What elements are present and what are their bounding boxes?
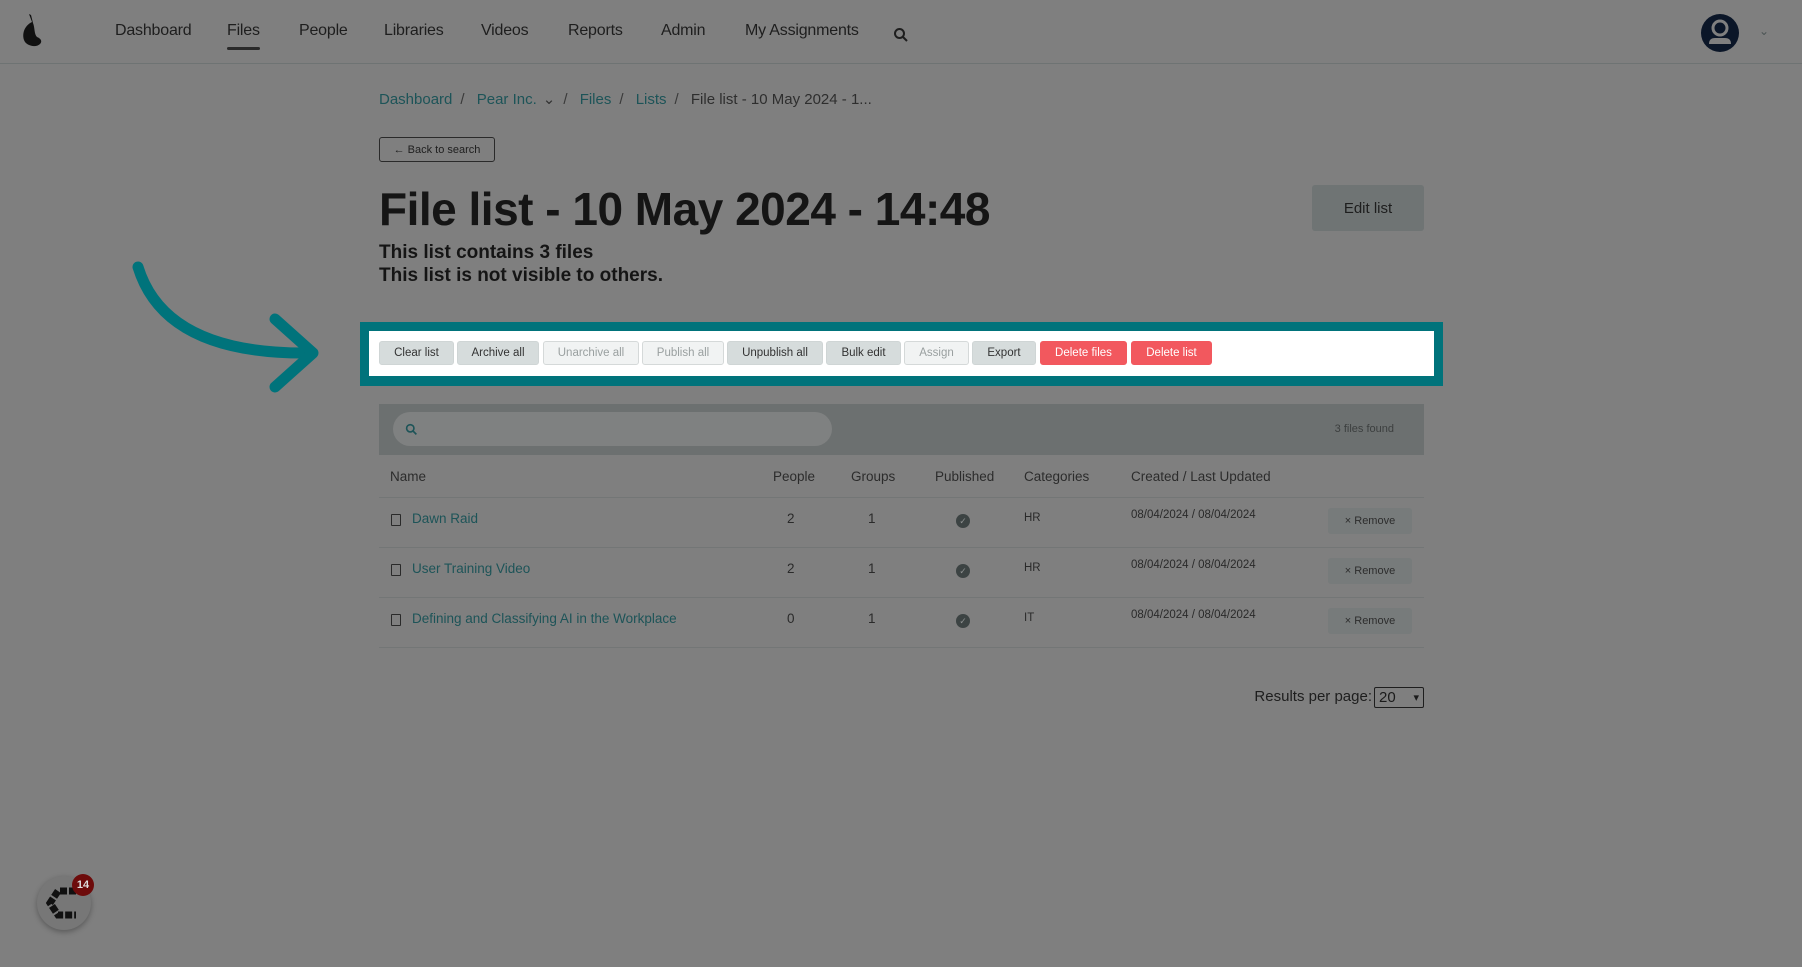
column-header-published[interactable]: Published [935,469,994,484]
remove-button[interactable]: × Remove [1328,608,1412,634]
chevron-down-icon[interactable]: ⌄ [543,91,556,108]
unarchive-all-button[interactable]: Unarchive all [543,341,639,365]
published-check-icon: ✓ [956,514,970,528]
file-icon [391,564,401,576]
groups-count: 1 [868,561,876,576]
nav-libraries[interactable]: Libraries [384,22,444,40]
export-button[interactable]: Export [972,341,1036,365]
chevron-down-icon[interactable]: ⌄ [1759,24,1769,38]
file-name-link[interactable]: Defining and Classifying AI in the Workp… [412,611,677,626]
nav-videos[interactable]: Videos [481,22,529,40]
delete-list-button[interactable]: Delete list [1131,341,1212,365]
category: HR [1024,562,1041,574]
breadcrumb-current: File list - 10 May 2024 - 1... [690,91,872,108]
published-check-icon: ✓ [956,564,970,578]
row-divider [379,597,1424,598]
groups-count: 1 [868,511,876,526]
remove-button[interactable]: × Remove [1328,508,1412,534]
column-header-groups[interactable]: Groups [851,469,895,484]
file-icon [391,614,401,626]
row-divider [379,497,1424,498]
breadcrumb-org[interactable]: Pear Inc. [477,91,537,108]
row-divider [379,647,1424,648]
published-check-icon: ✓ [956,614,970,628]
people-count: 2 [787,561,795,576]
category: IT [1024,612,1035,624]
column-header-people[interactable]: People [773,469,815,484]
nav-people[interactable]: People [299,22,348,40]
nav-reports[interactable]: Reports [568,22,623,40]
edit-list-button[interactable]: Edit list [1312,185,1424,231]
dates: 08/04/2024 / 08/04/2024 [1131,559,1256,571]
files-found-count: 3 files found [1334,423,1394,435]
search-input[interactable] [393,412,832,446]
column-header-categories[interactable]: Categories [1024,469,1089,484]
dates: 08/04/2024 / 08/04/2024 [1131,509,1256,521]
nav-admin[interactable]: Admin [661,22,706,40]
chevron-down-icon: ▾ [1413,692,1419,704]
file-name-link[interactable]: Dawn Raid [412,511,478,526]
publish-all-button[interactable]: Publish all [642,341,724,365]
nav-files[interactable]: Files [227,22,260,50]
clear-list-button[interactable]: Clear list [379,341,454,365]
top-nav: Dashboard Files People Libraries Videos Repor… [0,0,1802,64]
arrow-pointer-icon [132,261,319,393]
remove-button[interactable]: × Remove [1328,558,1412,584]
breadcrumb-files[interactable]: Files [580,91,612,108]
archive-all-button[interactable]: Archive all [457,341,539,365]
dates: 08/04/2024 / 08/04/2024 [1131,609,1256,621]
groups-count: 1 [868,611,876,626]
page-title: File list - 10 May 2024 - 14:48 [379,183,990,235]
visibility-text: This list is not visible to others. [379,265,663,286]
unpublish-all-button[interactable]: Unpublish all [727,341,823,365]
people-count: 0 [787,611,795,626]
file-icon [391,514,401,526]
notification-badge: 14 [72,874,94,896]
results-per-page-value: 20 [1379,689,1396,706]
nav-my-assignments[interactable]: My Assignments [745,22,859,40]
breadcrumb-dashboard[interactable]: Dashboard [379,91,452,108]
people-count: 2 [787,511,795,526]
bulk-edit-button[interactable]: Bulk edit [826,341,901,365]
file-name-link[interactable]: User Training Video [412,561,530,576]
pear-logo-icon[interactable] [20,14,44,48]
search-icon[interactable] [893,27,909,43]
back-to-search-button[interactable]: ← Back to search [379,137,495,162]
search-icon [405,423,417,435]
breadcrumb: Dashboard / Pear Inc. ⌄ / Files / Lists / Fil… [379,91,872,108]
results-per-page-label: Results per page: [1254,688,1372,705]
assign-button[interactable]: Assign [904,341,969,365]
column-header-created: Created / Last Updated [1131,469,1271,484]
avatar[interactable] [1701,14,1739,52]
delete-files-button[interactable]: Delete files [1040,341,1127,365]
file-count-text: This list contains 3 files [379,242,594,263]
results-per-page-select[interactable]: 20 ▾ [1374,687,1424,708]
breadcrumb-lists[interactable]: Lists [636,91,667,108]
nav-dashboard[interactable]: Dashboard [115,22,192,40]
column-header-name[interactable]: Name [390,469,426,484]
row-divider [379,547,1424,548]
category: HR [1024,512,1041,524]
